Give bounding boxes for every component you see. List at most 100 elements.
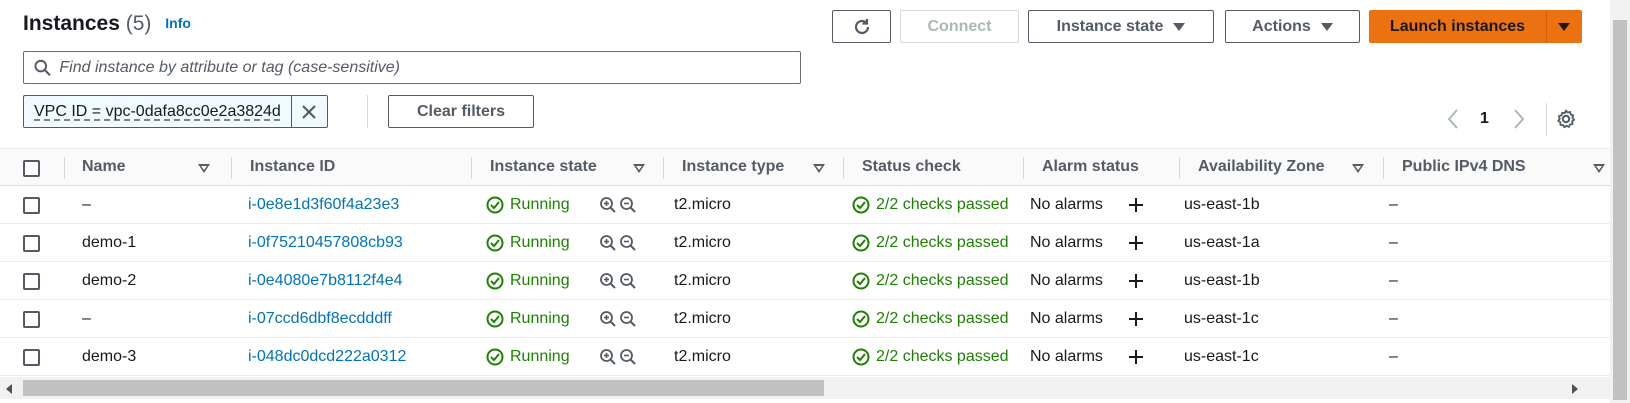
row-checkbox[interactable]: [23, 197, 40, 214]
state-label: Running: [510, 271, 570, 289]
table-row[interactable]: – i-07ccd6dbf8ecdddff Running t2.micro 2/2 c…: [0, 300, 1610, 338]
column-name[interactable]: Name: [82, 149, 126, 185]
column-public-dns[interactable]: Public IPv4 DNS: [1402, 149, 1526, 185]
caret-down-icon: [1173, 22, 1186, 31]
column-divider: [663, 157, 664, 179]
state-label: Running: [510, 195, 570, 213]
add-alarm-button[interactable]: [1127, 338, 1145, 375]
cell-public-dns: –: [1389, 233, 1398, 251]
filter-token-label[interactable]: VPC ID = vpc-0dafa8cc0e2a3824d: [24, 96, 291, 127]
check-circle-icon: [852, 234, 870, 251]
clear-filters-button[interactable]: Clear filters: [388, 95, 534, 128]
check-circle-icon: [852, 348, 870, 365]
column-divider: [1383, 157, 1384, 179]
scroll-right-icon[interactable]: [1572, 384, 1578, 394]
cell-status-check[interactable]: 2/2 checks passed: [852, 224, 1009, 261]
cell-status-check[interactable]: 2/2 checks passed: [852, 262, 1009, 299]
next-page-button[interactable]: [1512, 108, 1526, 130]
previous-page-button[interactable]: [1446, 108, 1460, 130]
sort-icon[interactable]: [198, 164, 210, 173]
select-all-checkbox[interactable]: [23, 160, 40, 177]
check-circle-icon: [852, 310, 870, 327]
row-checkbox[interactable]: [23, 349, 40, 366]
column-status-check[interactable]: Status check: [862, 149, 961, 185]
page-title: Instances (5) Info: [23, 12, 191, 36]
zoom-out-icon[interactable]: [619, 348, 637, 366]
table-row[interactable]: demo-2 i-0e4080e7b8112f4e4 Running t2.micro…: [0, 262, 1610, 300]
cell-status-check[interactable]: 2/2 checks passed: [852, 186, 1009, 223]
cell-instance-id[interactable]: i-0e4080e7b8112f4e4: [248, 262, 403, 299]
remove-filter-button[interactable]: [290, 96, 327, 127]
scrollbar-thumb[interactable]: [1613, 20, 1627, 400]
column-instance-type[interactable]: Instance type: [682, 149, 784, 185]
cell-instance-type: t2.micro: [674, 195, 731, 213]
column-instance-id[interactable]: Instance ID: [250, 149, 335, 185]
zoom-in-icon[interactable]: [599, 272, 617, 290]
table-row[interactable]: demo-1 i-0f75210457808cb93 Running t2.micro…: [0, 224, 1610, 262]
preferences-button[interactable]: [1555, 108, 1577, 135]
sort-icon[interactable]: [1352, 164, 1364, 173]
zoom-in-icon[interactable]: [599, 348, 617, 366]
zoom-out-icon[interactable]: [619, 272, 637, 290]
cell-status-check[interactable]: 2/2 checks passed: [852, 338, 1009, 375]
column-instance-state[interactable]: Instance state: [490, 149, 597, 185]
add-alarm-icon[interactable]: [1127, 196, 1145, 214]
column-divider: [471, 157, 472, 179]
add-alarm-button[interactable]: [1127, 262, 1145, 299]
scrollbar-thumb[interactable]: [23, 380, 824, 396]
add-alarm-icon[interactable]: [1127, 234, 1145, 252]
sort-icon[interactable]: [1593, 164, 1605, 173]
info-link[interactable]: Info: [165, 15, 191, 31]
vertical-scrollbar[interactable]: [1610, 0, 1630, 403]
cell-instance-state: Running: [486, 338, 570, 375]
horizontal-scrollbar[interactable]: [0, 377, 1610, 399]
add-alarm-button[interactable]: [1127, 186, 1145, 223]
zoom-out-icon[interactable]: [619, 196, 637, 214]
sort-icon[interactable]: [633, 164, 645, 173]
launch-options-dropdown[interactable]: [1546, 10, 1582, 43]
chevron-right-icon: [1514, 109, 1525, 129]
actions-dropdown[interactable]: Actions: [1225, 10, 1360, 43]
scroll-left-icon[interactable]: [6, 384, 12, 394]
zoom-in-icon[interactable]: [599, 234, 617, 252]
cell-status-check[interactable]: 2/2 checks passed: [852, 300, 1009, 337]
row-checkbox[interactable]: [23, 235, 40, 252]
cell-instance-id[interactable]: i-0f75210457808cb93: [248, 224, 403, 261]
refresh-button[interactable]: [832, 10, 891, 43]
cell-instance-type: t2.micro: [674, 233, 731, 251]
column-alarm-status[interactable]: Alarm status: [1042, 149, 1139, 185]
table-row[interactable]: – i-0e8e1d3f60f4a23e3 Running t2.micro 2/2 c…: [0, 186, 1610, 224]
add-alarm-icon[interactable]: [1127, 272, 1145, 290]
search-input[interactable]: [59, 58, 800, 77]
sort-icon[interactable]: [813, 164, 825, 173]
connect-button[interactable]: Connect: [900, 10, 1019, 43]
add-alarm-icon[interactable]: [1127, 348, 1145, 366]
cell-public-dns: –: [1389, 309, 1398, 327]
cell-instance-id[interactable]: i-07ccd6dbf8ecdddff: [248, 300, 392, 337]
status-label: 2/2 checks passed: [876, 233, 1009, 251]
instance-state-dropdown[interactable]: Instance state: [1028, 10, 1214, 43]
launch-instances-button[interactable]: Launch instances: [1369, 10, 1546, 43]
cell-alarm-status: No alarms: [1030, 347, 1103, 365]
cell-name: demo-1: [82, 233, 137, 251]
cell-public-dns: –: [1389, 347, 1398, 365]
cell-instance-type: t2.micro: [674, 309, 731, 327]
zoom-out-icon[interactable]: [619, 234, 637, 252]
column-availability-zone[interactable]: Availability Zone: [1198, 149, 1325, 185]
cell-instance-id[interactable]: i-0e8e1d3f60f4a23e3: [248, 186, 399, 223]
table-row[interactable]: demo-3 i-048dc0dcd222a0312 Running t2.micro…: [0, 338, 1610, 376]
zoom-in-icon[interactable]: [599, 310, 617, 328]
chevron-left-icon: [1447, 109, 1458, 129]
row-checkbox[interactable]: [23, 273, 40, 290]
row-checkbox[interactable]: [23, 311, 40, 328]
add-alarm-button[interactable]: [1127, 224, 1145, 261]
add-alarm-icon[interactable]: [1127, 310, 1145, 328]
cell-instance-id[interactable]: i-048dc0dcd222a0312: [248, 338, 406, 375]
search-box: [23, 51, 801, 84]
status-label: 2/2 checks passed: [876, 195, 1009, 213]
add-alarm-button[interactable]: [1127, 300, 1145, 337]
zoom-out-icon[interactable]: [619, 310, 637, 328]
check-circle-icon: [486, 310, 504, 327]
current-page[interactable]: 1: [1480, 110, 1489, 128]
zoom-in-icon[interactable]: [599, 196, 617, 214]
